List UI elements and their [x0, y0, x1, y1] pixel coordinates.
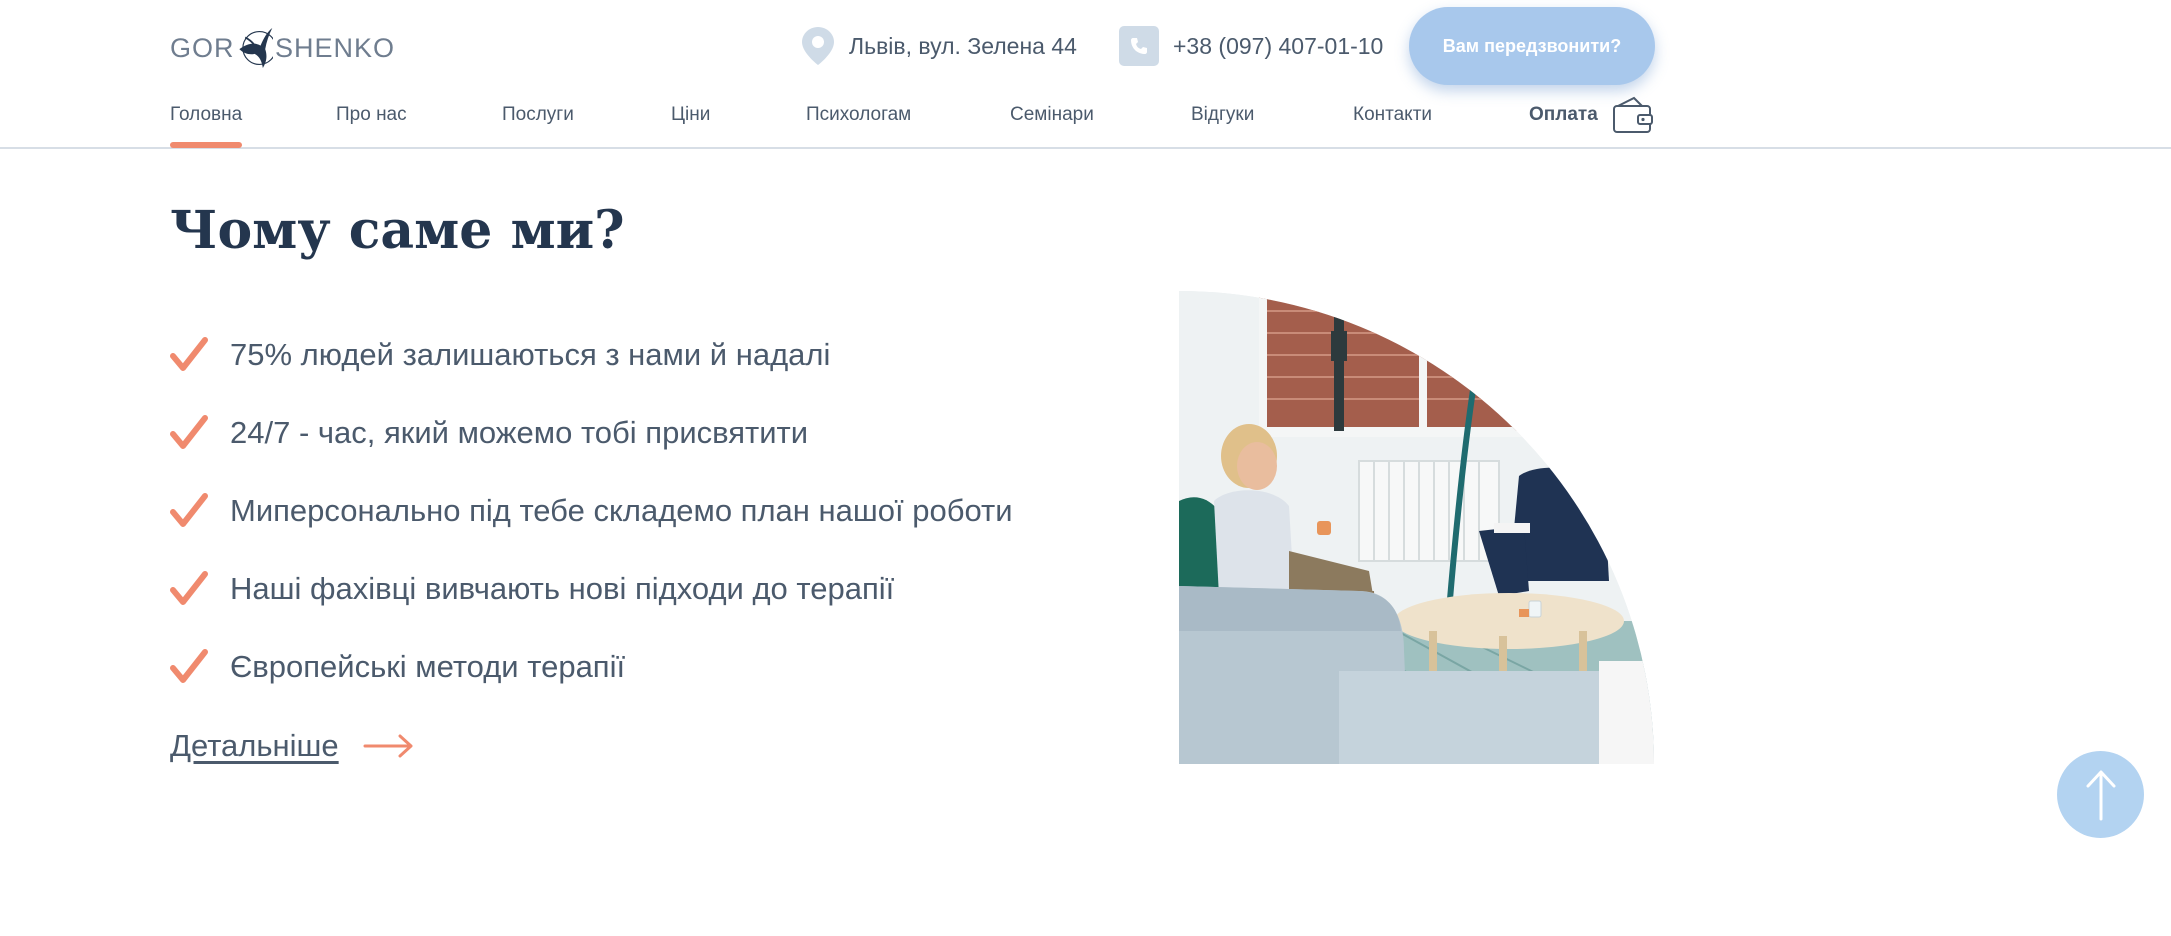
check-icon: [170, 337, 208, 371]
address-text: Львів, вул. Зелена 44: [849, 32, 1077, 59]
payment-label: Оплата: [1529, 104, 1598, 125]
feature-label: Європейські методи терапії: [230, 649, 626, 684]
arrow-right-icon: [363, 734, 413, 758]
logo-text-right: SHENKO: [274, 32, 395, 63]
phone-number: +38 (097) 407-01-10: [1173, 32, 1384, 59]
check-icon: [170, 415, 208, 449]
arrow-up-icon: [2086, 770, 2115, 820]
check-icon: [170, 493, 208, 527]
phone[interactable]: +38 (097) 407-01-10: [1119, 25, 1383, 67]
feature-item: Наші фахівці вивчають нові підходи до те…: [170, 569, 1170, 609]
main-nav: Головна Про нас Послуги Ціни Психологам …: [170, 96, 1655, 148]
nav-item-psychologists[interactable]: Психологам: [806, 104, 911, 126]
site-header: GOR SHENKO Львів, вул. Зелена 44 +38 (09…: [0, 0, 2171, 149]
logo-text-left: GOR: [170, 32, 235, 63]
nav-item-seminars[interactable]: Семінари: [1010, 104, 1094, 126]
location-pin-icon: [802, 27, 834, 65]
section-title: Чому саме ми?: [170, 200, 625, 261]
nav-item-services[interactable]: Послуги: [502, 104, 574, 126]
scroll-top-button[interactable]: [2057, 751, 2144, 838]
callback-button[interactable]: Вам передзвонити?: [1409, 7, 1655, 85]
check-icon: [170, 649, 208, 683]
nav-item-about[interactable]: Про нас: [336, 104, 407, 126]
feature-label: 24/7 - час, який можемо тобі присвятити: [230, 415, 809, 450]
feature-item: Миперсонально під тебе складемо план наш…: [170, 491, 1170, 531]
feature-item: 75% людей залишаються з нами й надалі: [170, 335, 1170, 375]
feature-label: 75% людей залишаються з нами й надалі: [230, 337, 831, 372]
feature-label: Миперсонально під тебе складемо план наш…: [230, 493, 1013, 528]
nav-item-payment[interactable]: Оплата: [1529, 96, 1654, 134]
check-icon: [170, 571, 208, 605]
wallet-icon: [1612, 96, 1653, 133]
swallow-logo-icon: [238, 28, 273, 68]
more-link[interactable]: Детальніше: [170, 728, 415, 764]
more-link-text: Детальніше: [170, 728, 339, 763]
nav-item-reviews[interactable]: Відгуки: [1191, 104, 1254, 126]
feature-item: Європейські методи терапії: [170, 647, 1170, 687]
photo-illustration: [1179, 291, 1654, 764]
logo[interactable]: GOR SHENKO: [170, 8, 395, 88]
nav-item-prices[interactable]: Ціни: [671, 104, 710, 126]
address[interactable]: Львів, вул. Зелена 44: [801, 24, 1077, 68]
nav-item-contacts[interactable]: Контакти: [1353, 104, 1432, 126]
phone-icon: [1119, 26, 1159, 66]
therapy-session-photo: [1179, 291, 1654, 764]
feature-label: Наші фахівці вивчають нові підходи до те…: [230, 571, 895, 606]
feature-item: 24/7 - час, який можемо тобі присвятити: [170, 413, 1170, 453]
nav-item-home[interactable]: Головна: [170, 104, 243, 148]
